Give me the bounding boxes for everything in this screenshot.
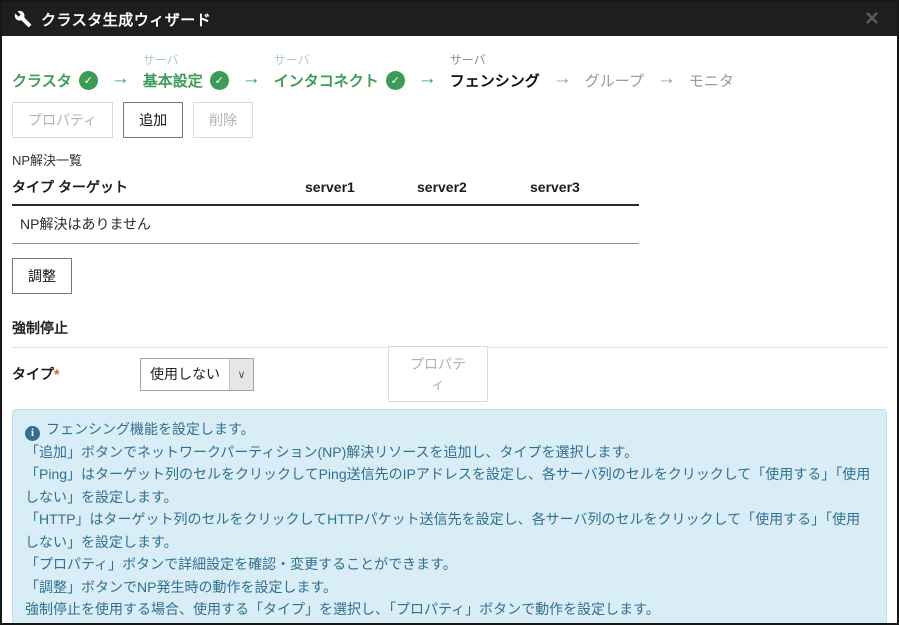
- required-mark: *: [54, 366, 59, 382]
- step-group: グループ: [585, 52, 644, 91]
- property-button[interactable]: プロパティ: [12, 102, 113, 138]
- step-sublabel: [689, 52, 734, 69]
- column-type: タイプ: [12, 172, 58, 205]
- tune-button[interactable]: 調整: [12, 258, 72, 294]
- info-line: iフェンシング機能を設定します。: [25, 418, 874, 441]
- window-title: クラスタ生成ウィザード: [41, 9, 211, 30]
- step-label: インタコネクト: [274, 70, 379, 91]
- info-icon: i: [25, 426, 40, 441]
- forced-stop-type-select[interactable]: 使用しない ∨: [140, 358, 254, 391]
- step-basic-settings[interactable]: サーバ 基本設定 ✓: [143, 52, 229, 91]
- step-monitor: モニタ: [689, 52, 734, 91]
- forced-stop-heading: 強制停止: [12, 318, 887, 348]
- np-table-empty-row: NP解決はありません: [12, 205, 639, 244]
- step-label: クラスタ: [12, 70, 72, 91]
- titlebar: クラスタ生成ウィザード ×: [2, 2, 897, 36]
- arrow-right-icon: →: [242, 68, 261, 91]
- check-circle-icon: ✓: [79, 71, 98, 90]
- step-sublabel: サーバ: [143, 52, 229, 69]
- info-line: 「Ping」はターゲット列のセルをクリックしてPing送信先のIPアドレスを設定…: [25, 463, 874, 508]
- info-line: 「追加」ボタンでネットワークパーティション(NP)解決リソースを追加し、タイプを…: [25, 441, 874, 464]
- np-table: タイプ ターゲット server1 server2 server3 NP解決はあ…: [12, 172, 639, 244]
- arrow-right-icon: →: [553, 68, 572, 91]
- cluster-wizard-dialog: クラスタ生成ウィザード × クラスタ ✓ → サーバ 基本設定 ✓ → サーバ イン…: [0, 0, 899, 625]
- close-icon[interactable]: ×: [859, 7, 885, 31]
- forced-stop-type-row: タイプ* 使用しない ∨ プロパティ: [12, 354, 887, 394]
- arrow-right-icon: →: [418, 68, 437, 91]
- select-value: 使用しない: [141, 359, 229, 390]
- step-sublabel: サーバ: [450, 52, 540, 69]
- check-circle-icon: ✓: [210, 71, 229, 90]
- column-server3: server3: [530, 172, 639, 205]
- chevron-down-icon: ∨: [229, 359, 253, 390]
- step-label: フェンシング: [450, 70, 540, 91]
- step-interconnect[interactable]: サーバ インタコネクト ✓: [274, 52, 405, 91]
- np-table-header-row: タイプ ターゲット server1 server2 server3: [12, 172, 639, 205]
- column-server2: server2: [417, 172, 530, 205]
- step-label: 基本設定: [143, 70, 203, 91]
- column-server1: server1: [305, 172, 417, 205]
- forced-stop-property-button[interactable]: プロパティ: [388, 346, 488, 402]
- check-circle-icon: ✓: [386, 71, 405, 90]
- step-sublabel: [585, 52, 644, 69]
- step-fencing: サーバ フェンシング: [450, 52, 540, 91]
- wrench-icon: [14, 10, 32, 28]
- np-table-caption: NP解決一覧: [12, 150, 887, 169]
- remove-button[interactable]: 削除: [193, 102, 253, 138]
- step-label: グループ: [585, 70, 644, 91]
- info-box: iフェンシング機能を設定します。 「追加」ボタンでネットワークパーティション(N…: [12, 409, 887, 625]
- np-empty-message: NP解決はありません: [12, 205, 639, 244]
- type-label: タイプ*: [12, 364, 140, 384]
- arrow-right-icon: →: [111, 68, 130, 91]
- info-line: 「調整」ボタンでNP発生時の動作を設定します。: [25, 576, 874, 599]
- info-line: 「プロパティ」ボタンで詳細設定を確認・変更することができます。: [25, 553, 874, 576]
- step-label: モニタ: [689, 70, 734, 91]
- step-sublabel: [12, 52, 98, 69]
- info-line: 強制停止を使用する場合、使用する「タイプ」を選択し、「プロパティ」ボタンで動作を…: [25, 598, 874, 621]
- step-cluster[interactable]: クラスタ ✓: [12, 52, 98, 91]
- step-sublabel: サーバ: [274, 52, 405, 69]
- np-toolbar: プロパティ 追加 削除: [12, 102, 887, 138]
- arrow-right-icon: →: [657, 68, 676, 91]
- column-target: ターゲット: [58, 172, 305, 205]
- step-nav: クラスタ ✓ → サーバ 基本設定 ✓ → サーバ インタコネクト ✓ → サーバ フ…: [12, 52, 887, 91]
- info-line: 「HTTP」はターゲット列のセルをクリックしてHTTPパケット送信先を設定し、各…: [25, 508, 874, 553]
- add-button[interactable]: 追加: [123, 102, 183, 138]
